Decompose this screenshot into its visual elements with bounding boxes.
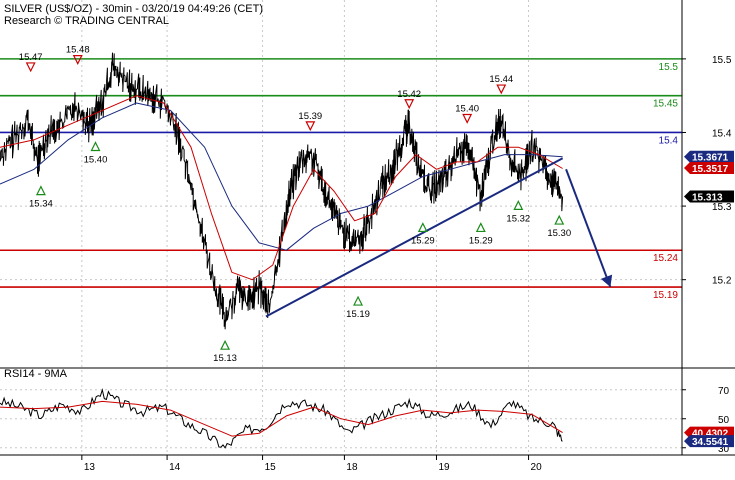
chart-subtitle: Research © TRADING CENTRAL <box>4 15 169 27</box>
price-tick-label: 15.5 <box>712 55 732 66</box>
price-tag-text: 15.313 <box>692 193 723 204</box>
date-tick-label: 15 <box>265 462 277 473</box>
date-tick-label: 14 <box>169 462 181 473</box>
rsi-lines <box>0 387 563 449</box>
high-marker-icon <box>496 84 507 95</box>
high-marker-icon <box>404 99 415 110</box>
level-lines: 15.5 15.45 15.4 15.24 15.19 <box>0 58 682 301</box>
rsi-tick-label: 70 <box>718 386 730 397</box>
high-label: 15.39 <box>298 111 322 122</box>
date-tick-label: 19 <box>438 462 450 473</box>
low-label: 15.34 <box>29 199 53 210</box>
high-label: 15.44 <box>489 74 513 85</box>
low-label: 15.32 <box>506 213 530 224</box>
low-label: 15.29 <box>411 235 435 246</box>
low-marker-icon <box>90 141 101 152</box>
level-label: 15.24 <box>653 253 678 264</box>
price-tick-label: 15.4 <box>712 128 732 139</box>
low-marker-icon <box>417 222 428 233</box>
low-marker-icon <box>35 185 46 196</box>
low-marker-icon <box>475 222 486 233</box>
low-label: 15.40 <box>84 154 108 165</box>
high-marker-icon <box>462 113 473 124</box>
low-marker-icon <box>220 339 231 350</box>
chart-title: SILVER (US$/OZ) - 30min - 03/20/19 04:49… <box>4 3 263 15</box>
rsi-tag-text: 34.5541 <box>692 437 729 448</box>
low-marker-icon <box>513 200 524 210</box>
bottom-axis: 13 14 15 18 19 20 <box>81 455 543 473</box>
low-label: 15.13 <box>213 353 237 364</box>
high-marker-icon <box>25 62 36 73</box>
low-label: 15.30 <box>547 228 571 239</box>
level-label: 15.5 <box>659 62 679 73</box>
price-tick-label: 15.3 <box>712 202 732 213</box>
right-axis: 15.515.415.315.270503015.367115.351715.3… <box>682 55 734 455</box>
chart-frame <box>0 0 735 456</box>
rsi-tick-label: 50 <box>718 415 730 426</box>
high-label: 15.48 <box>66 45 90 56</box>
low-marker-icon <box>353 295 364 306</box>
high-label: 15.47 <box>19 52 43 63</box>
price-tick-label: 15.2 <box>712 276 732 287</box>
low-label: 15.29 <box>469 235 493 246</box>
high-label: 15.42 <box>397 89 421 100</box>
date-tick-label: 13 <box>84 462 96 473</box>
rsi-ma-line <box>0 400 563 437</box>
low-label: 15.19 <box>346 309 370 320</box>
level-label: 15.45 <box>653 99 678 110</box>
high-marker-icon <box>305 121 316 132</box>
low-marker-icon <box>554 214 565 225</box>
date-tick-label: 18 <box>346 462 358 473</box>
high-label: 15.40 <box>455 103 479 114</box>
price-tag-text: 15.3517 <box>692 164 729 175</box>
rsi-panel-label: RSI14 - 9MA <box>4 368 68 380</box>
level-label: 15.19 <box>653 290 678 301</box>
date-tick-label: 20 <box>531 462 543 473</box>
level-label: 15.4 <box>659 135 679 146</box>
projection-arrow-shaft <box>565 168 612 288</box>
silver-chart: 15.515.4515.415.2415.19 15.4715.4815.401… <box>0 0 735 473</box>
